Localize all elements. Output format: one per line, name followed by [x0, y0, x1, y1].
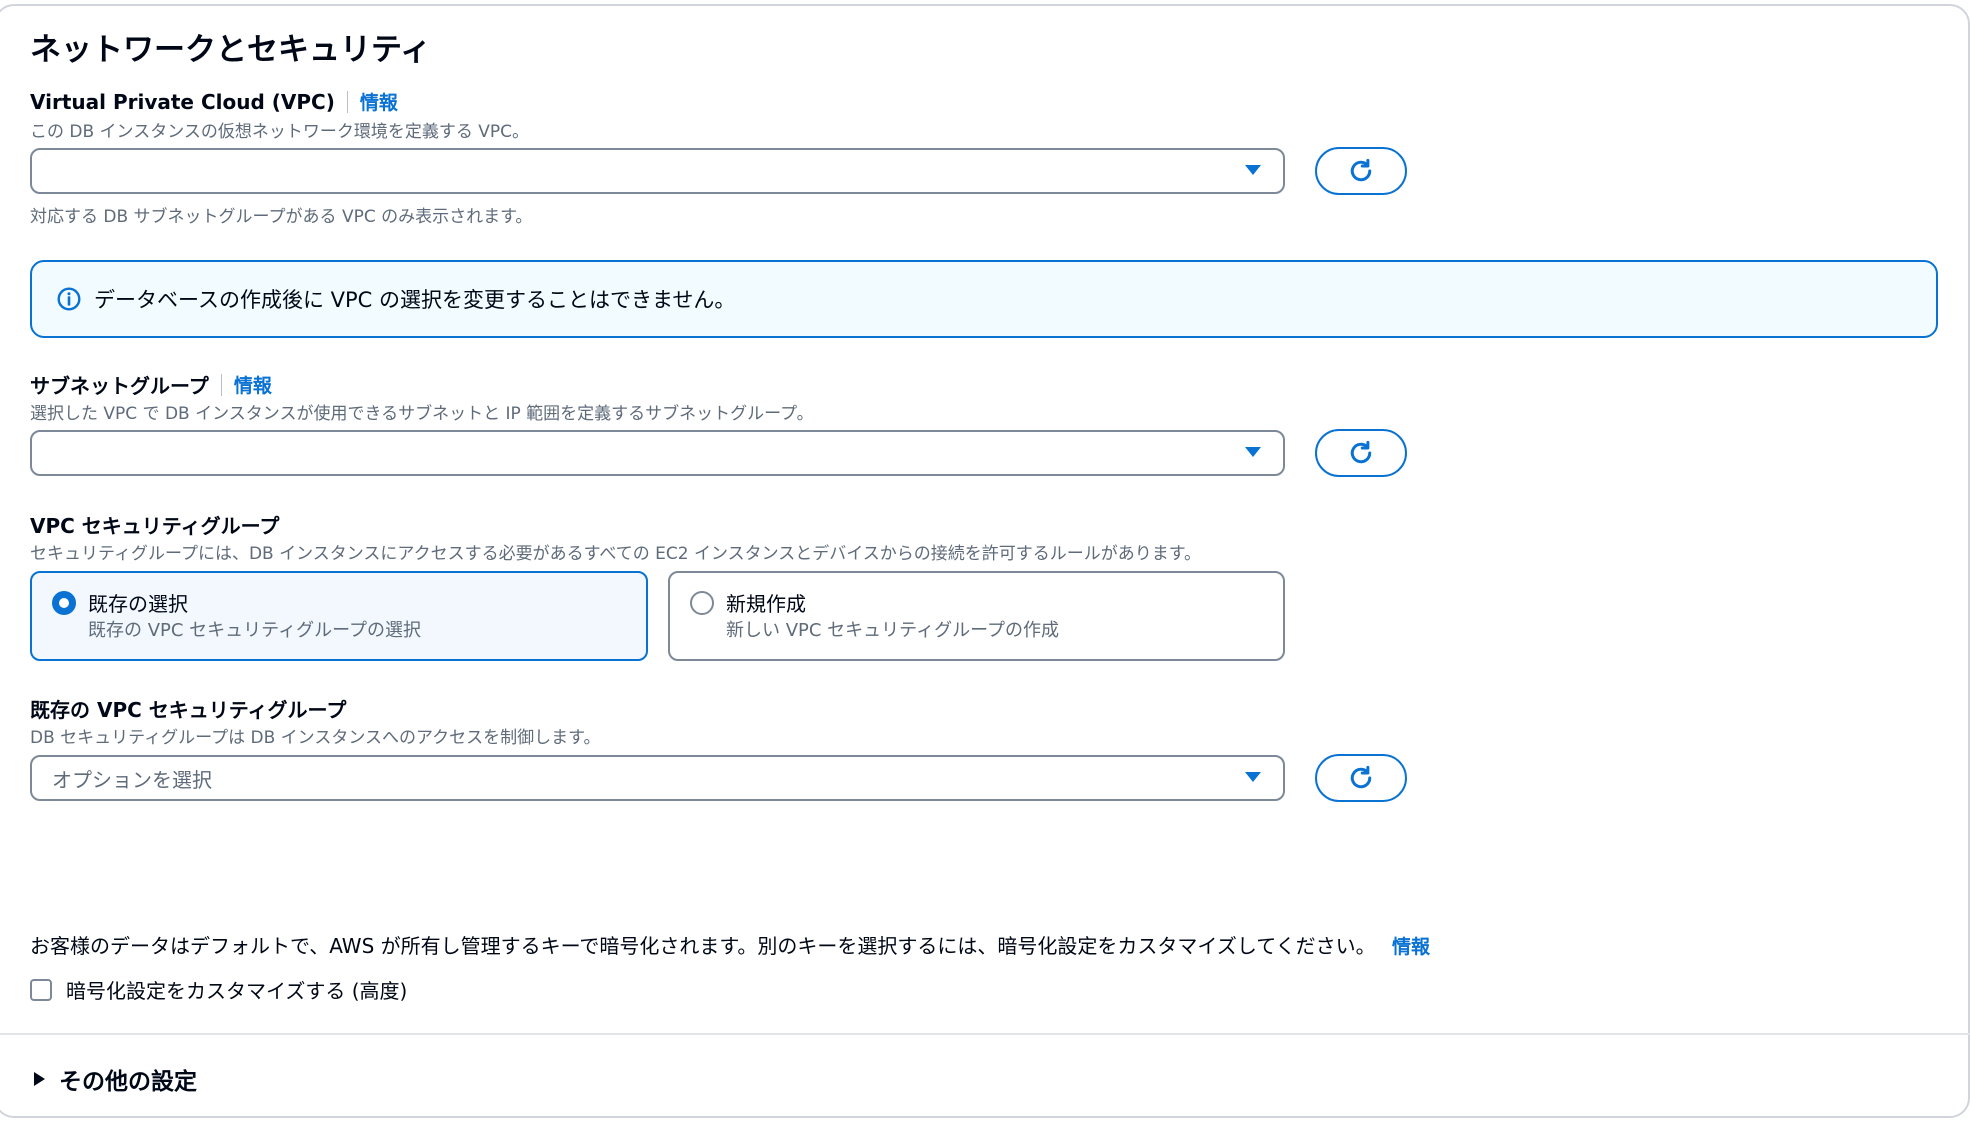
sg-option-existing[interactable]: 既存の選択 既存の VPC セキュリティグループの選択 — [30, 571, 648, 661]
subnet-select[interactable] — [30, 430, 1285, 476]
existing-sg-label: 既存の VPC セキュリティグループ — [30, 694, 346, 723]
subnet-description: 選択した VPC で DB インスタンスが使用できるサブネットと IP 範囲を定… — [30, 404, 814, 424]
info-icon — [57, 287, 81, 311]
vpc-label-row: Virtual Private Cloud (VPC) 情報 — [30, 88, 398, 115]
radio-unselected[interactable] — [690, 591, 714, 615]
other-settings-label: その他の設定 — [59, 1069, 197, 1095]
sg-option-desc: 新しい VPC セキュリティグループの作成 — [726, 620, 1060, 641]
caret-down-icon — [1245, 447, 1261, 457]
other-settings-expander[interactable]: その他の設定 — [34, 1062, 197, 1096]
radio-selected[interactable] — [52, 591, 76, 615]
existing-sg-refresh-button[interactable] — [1315, 754, 1407, 802]
caret-down-icon — [1245, 165, 1261, 175]
caret-down-icon — [1245, 772, 1261, 782]
encryption-checkbox-label[interactable]: 暗号化設定をカスタマイズする (高度) — [66, 975, 407, 1004]
sg-option-new[interactable]: 新規作成 新しい VPC セキュリティグループの作成 — [668, 571, 1285, 661]
subnet-label: サブネットグループ — [30, 374, 209, 398]
label-separator — [220, 373, 222, 396]
sg-label: VPC セキュリティグループ — [30, 510, 279, 539]
encryption-checkbox[interactable] — [30, 978, 52, 1001]
vpc-refresh-button[interactable] — [1315, 147, 1407, 195]
sg-description: セキュリティグループには、DB インスタンスにアクセスする必要があるすべての E… — [30, 544, 1202, 564]
section-title: ネットワークとセキュリティ — [30, 32, 432, 68]
refresh-icon — [1350, 765, 1372, 789]
caret-right-icon — [34, 1072, 45, 1086]
encryption-checkbox-row[interactable]: 暗号化設定をカスタマイズする (高度) — [30, 975, 407, 1004]
existing-sg-label-text: 既存の VPC セキュリティグループ — [30, 698, 347, 722]
refresh-icon — [1350, 440, 1372, 464]
vpc-select[interactable] — [30, 148, 1285, 194]
vpc-change-alert: データベースの作成後に VPC の選択を変更することはできません。 — [30, 260, 1938, 338]
subnet-info-link[interactable]: 情報 — [234, 371, 272, 398]
encryption-info-link[interactable]: 情報 — [1392, 936, 1430, 958]
sg-option-title: 新規作成 — [726, 592, 806, 616]
vpc-label: Virtual Private Cloud (VPC) — [30, 89, 335, 114]
label-separator — [346, 90, 348, 113]
subnet-refresh-button[interactable] — [1315, 429, 1407, 477]
refresh-icon — [1350, 158, 1372, 182]
sg-label-text: VPC セキュリティグループ — [30, 514, 280, 538]
sg-option-title: 既存の選択 — [88, 592, 188, 616]
section-divider — [0, 1033, 1970, 1035]
vpc-description: この DB インスタンスの仮想ネットワーク環境を定義する VPC。 — [30, 122, 530, 142]
alert-text: データベースの作成後に VPC の選択を変更することはできません。 — [94, 288, 736, 312]
vpc-info-link[interactable]: 情報 — [360, 88, 398, 115]
vpc-hint: 対応する DB サブネットグループがある VPC のみ表示されます。 — [30, 207, 533, 227]
existing-sg-select[interactable]: オプションを選択 — [30, 755, 1285, 801]
existing-sg-placeholder: オプションを選択 — [52, 767, 212, 792]
existing-sg-description: DB セキュリティグループは DB インスタンスへのアクセスを制御します。 — [30, 728, 601, 748]
sg-option-desc: 既存の VPC セキュリティグループの選択 — [88, 620, 422, 641]
subnet-label-row: サブネットグループ 情報 — [30, 370, 272, 399]
encryption-notice: お客様のデータはデフォルトで、AWS が所有し管理するキーで暗号化されます。別の… — [30, 930, 1430, 959]
encryption-text: お客様のデータはデフォルトで、AWS が所有し管理するキーで暗号化されます。別の… — [30, 934, 1376, 958]
